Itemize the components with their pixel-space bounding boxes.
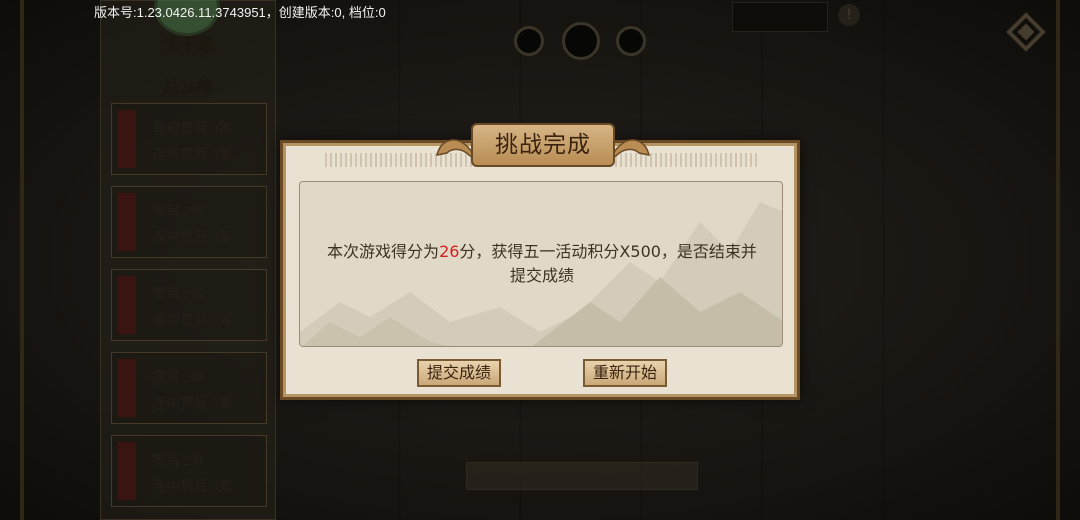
challenge-complete-dialog: 挑战完成 本次游戏得分为26分，获得五一活动积分X500，是否结束并提交成绩 提… — [280, 123, 800, 400]
submit-score-button[interactable]: 提交成绩 — [417, 359, 501, 387]
message-suffix: 分，获得五一活动积分X500，是否结束并提交成绩 — [459, 242, 757, 285]
dialog-title-plaque: 挑战完成 — [471, 123, 615, 167]
score-value: 26 — [439, 242, 460, 261]
message-box: 本次游戏得分为26分，获得五一活动积分X500，是否结束并提交成绩 — [299, 181, 783, 347]
result-message: 本次游戏得分为26分，获得五一活动积分X500，是否结束并提交成绩 — [324, 240, 760, 288]
message-prefix: 本次游戏得分为 — [327, 242, 440, 261]
restart-button[interactable]: 重新开始 — [583, 359, 667, 387]
dialog-title: 挑战完成 — [495, 132, 591, 158]
version-text: 版本号:1.23.0426.11.3743951，创建版本:0, 档位:0 — [94, 5, 386, 20]
dragon-icon — [609, 139, 651, 161]
